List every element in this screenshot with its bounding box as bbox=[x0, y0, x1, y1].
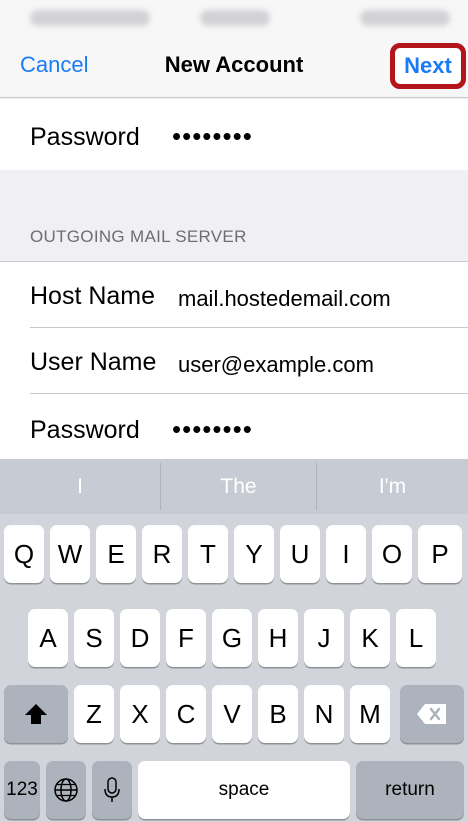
next-button[interactable]: Next bbox=[390, 43, 466, 89]
key-g[interactable]: G bbox=[212, 609, 252, 667]
suggestion-2[interactable]: The bbox=[161, 459, 316, 514]
key-w[interactable]: W bbox=[50, 525, 90, 583]
outgoing-password-label: Password bbox=[30, 416, 140, 444]
key-s[interactable]: S bbox=[74, 609, 114, 667]
next-button-label: Next bbox=[404, 53, 452, 78]
time-blur bbox=[200, 10, 270, 26]
key-x[interactable]: X bbox=[120, 685, 160, 743]
suggestion-bar: I The I'm bbox=[0, 459, 468, 514]
key-r[interactable]: R bbox=[142, 525, 182, 583]
key-k[interactable]: K bbox=[350, 609, 390, 667]
suggestion-1[interactable]: I bbox=[0, 459, 160, 514]
outgoing-password-row[interactable]: Password •••••••• bbox=[0, 394, 468, 460]
key-o[interactable]: O bbox=[372, 525, 412, 583]
shift-key[interactable] bbox=[4, 685, 68, 743]
globe-icon bbox=[54, 778, 78, 802]
space-key[interactable]: space bbox=[138, 761, 350, 819]
incoming-password-field[interactable]: •••••••• bbox=[172, 121, 253, 152]
outgoing-group: Host Name mail.hostedemail.com User Name… bbox=[0, 261, 468, 459]
outgoing-password-field[interactable]: •••••••• bbox=[172, 414, 253, 445]
numbers-key[interactable]: 123 bbox=[4, 761, 40, 819]
key-u[interactable]: U bbox=[280, 525, 320, 583]
key-i[interactable]: I bbox=[326, 525, 366, 583]
status-bar bbox=[0, 0, 468, 38]
key-y[interactable]: Y bbox=[234, 525, 274, 583]
key-v[interactable]: V bbox=[212, 685, 252, 743]
key-h[interactable]: H bbox=[258, 609, 298, 667]
key-f[interactable]: F bbox=[166, 609, 206, 667]
return-key[interactable]: return bbox=[356, 761, 464, 819]
user-name-row[interactable]: User Name user@example.com bbox=[0, 328, 468, 394]
cancel-button[interactable]: Cancel bbox=[20, 52, 88, 78]
key-e[interactable]: E bbox=[96, 525, 136, 583]
user-name-label: User Name bbox=[30, 348, 157, 376]
key-l[interactable]: L bbox=[396, 609, 436, 667]
keyboard: I The I'm Q W E R T Y U I O P A S D F G … bbox=[0, 459, 468, 822]
key-z[interactable]: Z bbox=[74, 685, 114, 743]
host-name-row[interactable]: Host Name mail.hostedemail.com bbox=[0, 262, 468, 328]
incoming-password-label: Password bbox=[30, 123, 140, 151]
incoming-password-row[interactable]: Password •••••••• bbox=[0, 99, 468, 170]
key-d[interactable]: D bbox=[120, 609, 160, 667]
suggestion-3[interactable]: I'm bbox=[317, 459, 468, 514]
delete-key[interactable] bbox=[400, 685, 464, 743]
shift-icon bbox=[25, 704, 47, 724]
globe-key[interactable] bbox=[46, 761, 86, 819]
key-t[interactable]: T bbox=[188, 525, 228, 583]
key-b[interactable]: B bbox=[258, 685, 298, 743]
key-p[interactable]: P bbox=[418, 525, 462, 583]
battery-blur bbox=[360, 10, 450, 26]
key-q[interactable]: Q bbox=[4, 525, 44, 583]
key-j[interactable]: J bbox=[304, 609, 344, 667]
key-m[interactable]: M bbox=[350, 685, 390, 743]
key-a[interactable]: A bbox=[28, 609, 68, 667]
carrier-blur bbox=[30, 10, 150, 26]
nav-bar: New Account Cancel Next bbox=[0, 38, 468, 98]
host-name-label: Host Name bbox=[30, 282, 156, 310]
key-c[interactable]: C bbox=[166, 685, 206, 743]
user-name-field[interactable]: user@example.com bbox=[178, 352, 374, 378]
backspace-icon bbox=[417, 704, 446, 724]
outgoing-section-header: OUTGOING MAIL SERVER bbox=[30, 227, 247, 246]
microphone-icon bbox=[104, 777, 120, 802]
host-name-field[interactable]: mail.hostedemail.com bbox=[178, 286, 391, 312]
dictation-key[interactable] bbox=[92, 761, 132, 819]
key-n[interactable]: N bbox=[304, 685, 344, 743]
